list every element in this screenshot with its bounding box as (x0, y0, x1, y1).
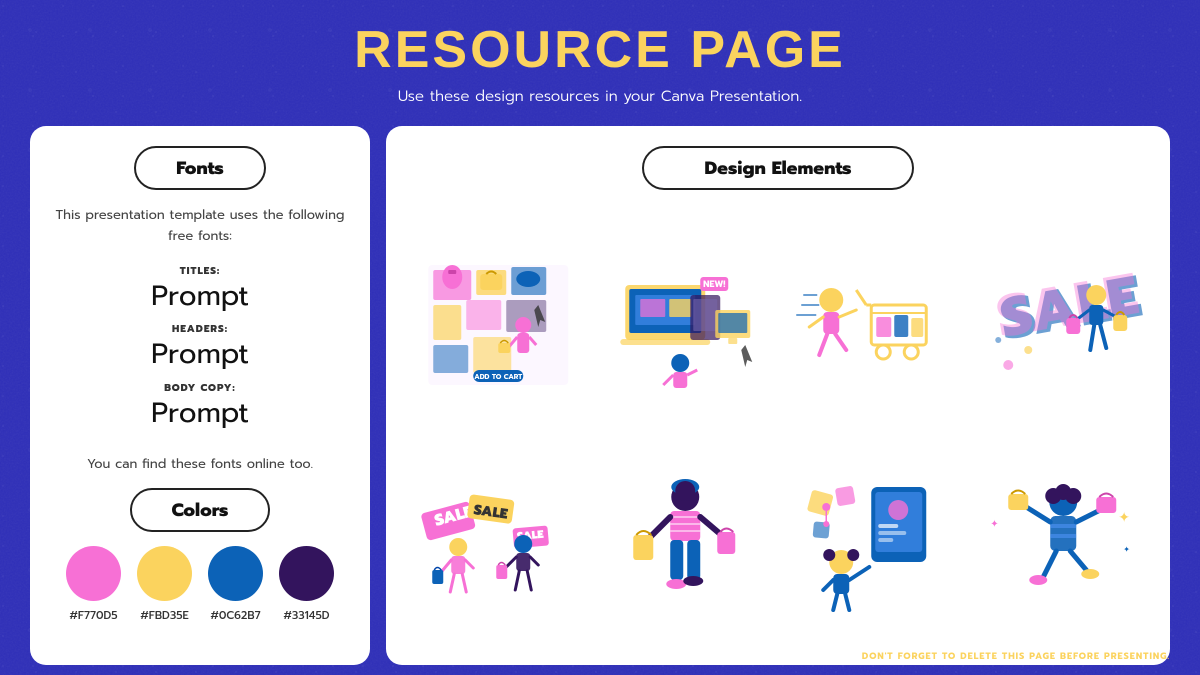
svg-text:✦: ✦ (1123, 544, 1130, 556)
color-hex-purple: #33145D (283, 607, 329, 624)
illus-svg-4: SALE SALE (970, 255, 1147, 395)
illustration-6 (597, 439, 774, 646)
illustrations-grid: ADD TO CART (410, 222, 1146, 645)
font-entries: TITLES: Prompt HEADERS: Prompt BODY COPY… (54, 264, 346, 440)
titles-font: Prompt (54, 279, 346, 313)
fonts-description: This presentation template uses the foll… (54, 206, 346, 248)
illustration-8: ✦ ✦ ✦ (970, 439, 1147, 646)
illustration-5: SALE! SALE SALE (410, 439, 587, 646)
illus-svg-2: NEW! (597, 255, 774, 395)
headers-font: Prompt (54, 337, 346, 371)
font-entry-headers: HEADERS: Prompt (54, 322, 346, 371)
svg-text:SALE: SALE (990, 255, 1144, 362)
design-elements-header: Design Elements (410, 146, 1146, 206)
footer-note: DON'T FORGET TO DELETE THIS PAGE BEFORE … (862, 649, 1170, 663)
color-circle-blue (208, 546, 263, 601)
color-hex-pink: #F770D5 (69, 607, 117, 624)
color-hex-blue: #0C62B7 (210, 607, 260, 624)
illus-svg-7 (783, 472, 960, 612)
illustration-2: NEW! (597, 222, 774, 429)
svg-text:✦: ✦ (1118, 507, 1130, 528)
illustration-7 (783, 439, 960, 646)
svg-text:ADD TO CART: ADD TO CART (474, 371, 523, 382)
fonts-label: Fonts (134, 146, 266, 190)
fonts-note: You can find these fonts online too. (87, 455, 313, 474)
main-content: Fonts This presentation template uses th… (30, 126, 1170, 665)
color-swatches: #F770D5 #FBD35E #0C62B7 #33145D (66, 546, 334, 624)
font-entry-titles: TITLES: Prompt (54, 264, 346, 313)
color-circle-purple (279, 546, 334, 601)
colors-label: Colors (130, 488, 271, 532)
left-panel: Fonts This presentation template uses th… (30, 126, 370, 665)
swatch-pink: #F770D5 (66, 546, 121, 624)
illustration-1: ADD TO CART (410, 222, 587, 429)
color-circle-yellow (137, 546, 192, 601)
illus-svg-8: ✦ ✦ ✦ (970, 472, 1147, 612)
design-elements-label: Design Elements (642, 146, 913, 190)
right-panel: Design Elements (386, 126, 1170, 665)
illus-svg-6 (597, 472, 774, 612)
illustration-3 (783, 222, 960, 429)
color-hex-yellow: #FBD35E (140, 607, 189, 624)
page-title: RESOURCE PAGE (354, 20, 846, 80)
svg-text:NEW!: NEW! (703, 277, 725, 291)
svg-text:✦: ✦ (990, 517, 998, 532)
page-container: RESOURCE PAGE Use these design resources… (0, 0, 1200, 675)
color-circle-pink (66, 546, 121, 601)
swatch-blue: #0C62B7 (208, 546, 263, 624)
swatch-yellow: #FBD35E (137, 546, 192, 624)
swatch-purple: #33145D (279, 546, 334, 624)
illus-svg-3 (783, 255, 960, 395)
body-font: Prompt (54, 396, 346, 430)
illus-svg-1: ADD TO CART (410, 255, 587, 395)
font-entry-body: BODY COPY: Prompt (54, 381, 346, 430)
colors-section: Colors #F770D5 #FBD35E #0C62B7 (54, 488, 346, 624)
page-subtitle: Use these design resources in your Canva… (398, 86, 802, 108)
illustration-4: SALE SALE (970, 222, 1147, 429)
illus-svg-5: SALE! SALE SALE (410, 472, 587, 612)
